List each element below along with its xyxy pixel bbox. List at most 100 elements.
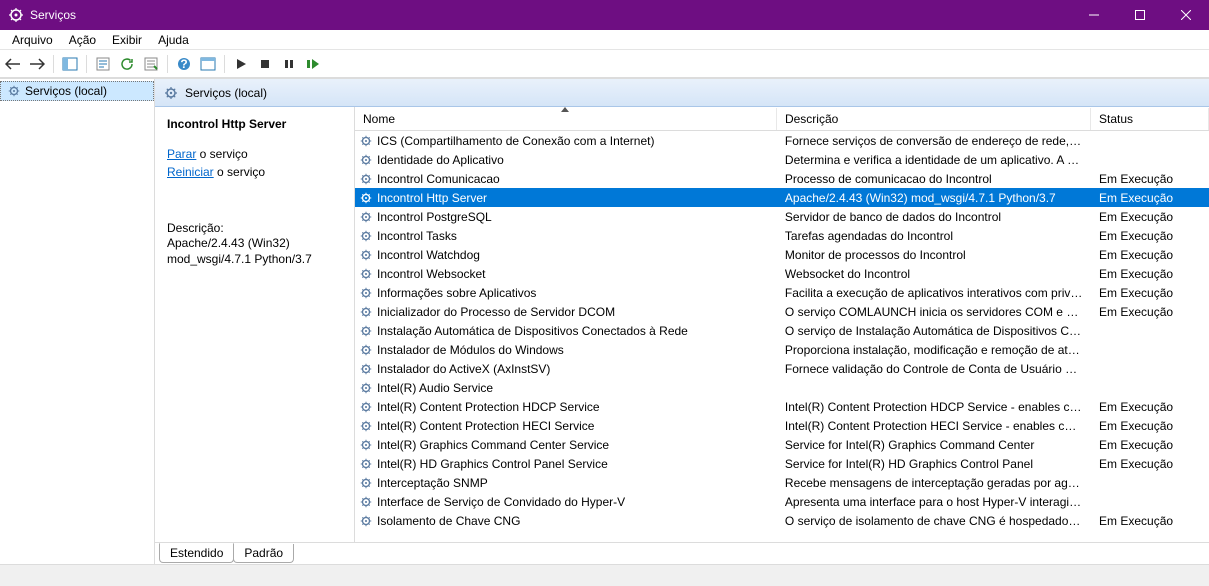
body-area: Serviços (local) Serviços (local) Incont… (0, 78, 1209, 564)
window-title: Serviços (30, 8, 76, 22)
table-row[interactable]: ICS (Compartilhamento de Conexão com a I… (355, 131, 1209, 150)
gear-icon (359, 191, 373, 205)
stop-service-button[interactable] (254, 53, 276, 75)
service-desc: Tarefas agendadas do Incontrol (777, 229, 1091, 243)
tab-standard[interactable]: Padrão (233, 544, 294, 563)
table-row[interactable]: Intel(R) Graphics Command Center Service… (355, 435, 1209, 454)
gear-icon (359, 229, 373, 243)
gear-icon (359, 267, 373, 281)
service-desc: Processo de comunicacao do Incontrol (777, 172, 1091, 186)
gear-icon (359, 210, 373, 224)
table-row[interactable]: Identidade do AplicativoDetermina e veri… (355, 150, 1209, 169)
gear-icon (359, 495, 373, 509)
gear-icon (163, 85, 179, 101)
maximize-button[interactable] (1117, 0, 1163, 30)
table-row[interactable]: Intel(R) Content Protection HECI Service… (355, 416, 1209, 435)
table-row[interactable]: Incontrol ComunicacaoProcesso de comunic… (355, 169, 1209, 188)
table-row[interactable]: Inicializador do Processo de Servidor DC… (355, 302, 1209, 321)
col-header-desc[interactable]: Descrição (777, 108, 1091, 130)
tab-extended[interactable]: Estendido (159, 543, 234, 563)
gear-icon (359, 153, 373, 167)
service-name: Intel(R) HD Graphics Control Panel Servi… (377, 457, 608, 471)
content-header-title: Serviços (local) (185, 86, 267, 100)
menu-exibir[interactable]: Exibir (104, 31, 150, 49)
service-name: Informações sobre Aplicativos (377, 286, 536, 300)
tree-root-label: Serviços (local) (25, 84, 107, 98)
service-name: Interface de Serviço de Convidado do Hyp… (377, 495, 625, 509)
stop-link[interactable]: Parar (167, 147, 196, 161)
service-status: Em Execução (1091, 286, 1209, 300)
sort-asc-icon (561, 107, 569, 112)
gear-icon (7, 84, 21, 98)
gear-icon (359, 134, 373, 148)
minimize-button[interactable] (1071, 0, 1117, 30)
service-name: ICS (Compartilhamento de Conexão com a I… (377, 134, 654, 148)
desc-label: Descrição: (167, 221, 342, 235)
desc-text: Apache/2.4.43 (Win32) mod_wsgi/4.7.1 Pyt… (167, 235, 342, 267)
menubar: Arquivo Ação Exibir Ajuda (0, 30, 1209, 50)
service-name: Incontrol Http Server (377, 191, 487, 205)
content-pane: Serviços (local) Incontrol Http Server P… (155, 79, 1209, 564)
service-desc: Determina e verifica a identidade de um … (777, 153, 1091, 167)
gear-icon (359, 438, 373, 452)
service-list: Nome Descrição Status ICS (Compartilhame… (355, 107, 1209, 542)
stop-suffix: o serviço (196, 147, 247, 161)
service-desc: Facilita a execução de aplicativos inter… (777, 286, 1091, 300)
show-hide-tree-button[interactable] (59, 53, 81, 75)
table-row[interactable]: Informações sobre Aplicativos Facilita a … (355, 283, 1209, 302)
table-row[interactable]: Interface de Serviço de Convidado do Hyp… (355, 492, 1209, 511)
refresh-button[interactable] (116, 53, 138, 75)
list-body[interactable]: ICS (Compartilhamento de Conexão com a I… (355, 131, 1209, 542)
properties-button[interactable] (92, 53, 114, 75)
table-row[interactable]: Incontrol WatchdogMonitor de processos d… (355, 245, 1209, 264)
service-name: Instalador do ActiveX (AxInstSV) (377, 362, 550, 376)
table-row[interactable]: Intel(R) Content Protection HDCP Service… (355, 397, 1209, 416)
restart-link[interactable]: Reiniciar (167, 165, 214, 179)
forward-button[interactable] (26, 53, 48, 75)
service-desc: O serviço de Instalação Automática de Di… (777, 324, 1091, 338)
table-row[interactable]: Incontrol Tasks Tarefas agendadas do Inco… (355, 226, 1209, 245)
table-row[interactable]: Isolamento de Chave CNG O serviço de isol… (355, 511, 1209, 530)
start-service-button[interactable] (230, 53, 252, 75)
titlebar: Serviços (0, 0, 1209, 30)
table-row[interactable]: Instalação Automática de Dispositivos Co… (355, 321, 1209, 340)
pause-service-button[interactable] (278, 53, 300, 75)
table-row[interactable]: Incontrol PostgreSQLServidor de banco de… (355, 207, 1209, 226)
back-button[interactable] (2, 53, 24, 75)
menu-acao[interactable]: Ação (61, 31, 104, 49)
tree-root-item[interactable]: Serviços (local) (0, 81, 154, 101)
service-desc: O serviço de isolamento de chave CNG é h… (777, 514, 1091, 528)
service-desc: Monitor de processos do Incontrol (777, 248, 1091, 262)
close-button[interactable] (1163, 0, 1209, 30)
toggle-description-button[interactable] (197, 53, 219, 75)
service-name: Incontrol Tasks (377, 229, 457, 243)
help-button[interactable]: ? (173, 53, 195, 75)
selected-service-name: Incontrol Http Server (167, 117, 342, 131)
table-row[interactable]: Incontrol WebsocketWebsocket do Incontro… (355, 264, 1209, 283)
detail-pane: Incontrol Http Server Parar o serviço Re… (155, 107, 355, 542)
table-row[interactable]: Interceptação SNMPRecebe mensagens de in… (355, 473, 1209, 492)
menu-arquivo[interactable]: Arquivo (4, 31, 61, 49)
service-desc: Fornece serviços de conversão de endereç… (777, 134, 1091, 148)
service-name: Inicializador do Processo de Servidor DC… (377, 305, 615, 319)
view-tabs: Estendido Padrão (155, 542, 1209, 564)
table-row[interactable]: Instalador de Módulos do WindowsProporci… (355, 340, 1209, 359)
table-row[interactable]: Intel(R) Audio Service (355, 378, 1209, 397)
col-header-name[interactable]: Nome (355, 108, 777, 130)
service-name: Intel(R) Audio Service (377, 381, 493, 395)
service-name: Interceptação SNMP (377, 476, 488, 490)
service-status: Em Execução (1091, 248, 1209, 262)
table-row[interactable]: Instalador do ActiveX (AxInstSV)Fornece … (355, 359, 1209, 378)
service-name: Incontrol PostgreSQL (377, 210, 492, 224)
menu-ajuda[interactable]: Ajuda (150, 31, 197, 49)
gear-icon (359, 343, 373, 357)
service-desc: Apresenta uma interface para o host Hype… (777, 495, 1091, 509)
restart-service-button[interactable] (302, 53, 324, 75)
table-row[interactable]: Incontrol Http ServerApache/2.4.43 (Win3… (355, 188, 1209, 207)
export-list-button[interactable] (140, 53, 162, 75)
service-name: Isolamento de Chave CNG (377, 514, 520, 528)
col-header-status[interactable]: Status (1091, 108, 1209, 130)
service-name: Instalação Automática de Dispositivos Co… (377, 324, 688, 338)
service-desc: Service for Intel(R) Graphics Command Ce… (777, 438, 1091, 452)
table-row[interactable]: Intel(R) HD Graphics Control Panel Servi… (355, 454, 1209, 473)
